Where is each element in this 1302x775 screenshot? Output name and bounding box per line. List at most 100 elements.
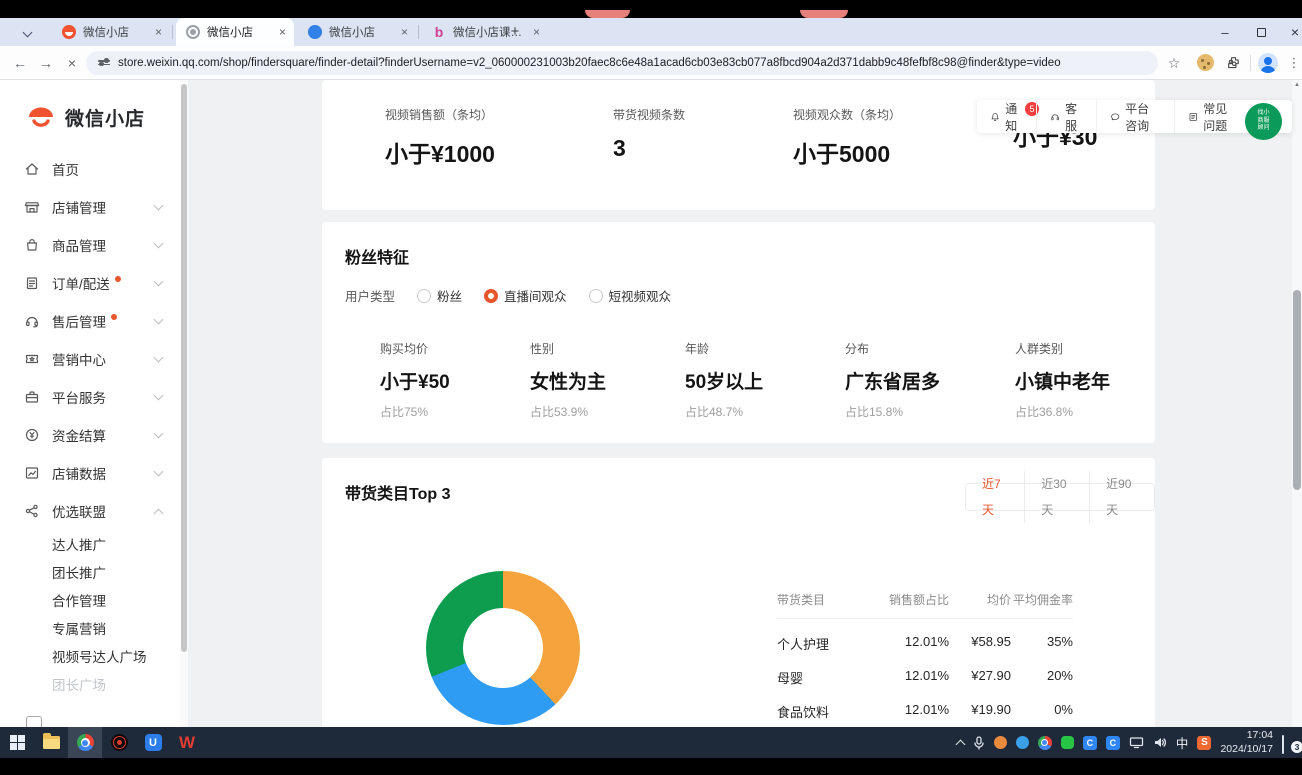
new-tab-button[interactable]: + (505, 22, 525, 42)
page-scrollbar[interactable]: ▲ (1292, 80, 1302, 727)
start-button[interactable] (0, 727, 34, 758)
sidebar-subitem-leader-square[interactable]: 团长广场 (0, 670, 180, 698)
sidebar-item-shop-mgmt[interactable]: 店铺管理 (0, 188, 180, 226)
address-bar[interactable]: store.weixin.qq.com/shop/findersquare/fi… (86, 51, 1158, 75)
tab-search-button[interactable] (16, 22, 38, 42)
tab-last-90-days[interactable]: 近90天 (1089, 471, 1154, 523)
volume-icon[interactable] (1153, 736, 1167, 749)
back-icon[interactable]: ← (8, 46, 32, 80)
faq-button[interactable]: 常见问题 (1174, 100, 1252, 133)
site-settings-icon[interactable] (98, 58, 110, 68)
window-restore-button[interactable] (1244, 18, 1278, 46)
taskbar-clock[interactable]: 17:04 2024/10/17 (1220, 729, 1273, 756)
fan-value: 广东省居多 (845, 367, 940, 394)
sidebar-scrollbar-thumb[interactable] (181, 84, 187, 652)
wechat-icon[interactable] (1061, 736, 1074, 749)
chevron-down-icon (22, 27, 32, 37)
chevron-down-icon (154, 315, 164, 325)
sidebar-item-orders[interactable]: 订单/配送 (0, 264, 180, 302)
screen-recorder-button[interactable] (102, 727, 136, 758)
sidebar-item-home[interactable]: 首页 (0, 150, 180, 188)
extensions-puzzle-icon[interactable] (1226, 55, 1242, 71)
boardmix-favicon: b (432, 25, 446, 39)
network-display-icon[interactable] (1129, 736, 1144, 749)
customer-service-button[interactable]: 客服 (1036, 100, 1096, 133)
file-explorer-button[interactable] (34, 727, 68, 758)
sidebar-item-product-mgmt[interactable]: 商品管理 (0, 226, 180, 264)
tab-close-icon[interactable]: × (155, 26, 162, 38)
extension-cookie-icon[interactable] (1197, 54, 1214, 71)
browser-tab-1[interactable]: 微信小店 × (52, 18, 170, 46)
sidebar-item-label: 营销中心 (52, 349, 106, 369)
forward-icon[interactable]: → (34, 46, 58, 80)
fan-value: 女性为主 (530, 367, 606, 394)
stop-reload-icon[interactable]: × (60, 46, 84, 80)
radio-fans[interactable]: 粉丝 (417, 286, 462, 305)
page-scrollbar-thumb[interactable] (1293, 290, 1301, 490)
cell: ¥58.95 (949, 634, 1011, 653)
subitem-label: 团长推广 (52, 562, 106, 582)
radio-short-video-viewers[interactable]: 短视频观众 (589, 286, 672, 305)
platform-consult-button[interactable]: 平台咨询 (1096, 100, 1174, 133)
u-app-button[interactable]: U (136, 727, 170, 758)
notification-center-icon[interactable]: 3 (1282, 736, 1298, 750)
sidebar-item-alliance[interactable]: 优选联盟 (0, 492, 180, 530)
browser-tab-strip: 微信小店 × 微信小店 × 微信小店 × b 微信小店课件 - boardmix… (0, 18, 1302, 46)
chrome-taskbar-button[interactable] (68, 727, 102, 758)
scrollbar-up-arrow[interactable]: ▲ (1294, 82, 1300, 88)
sidebar-item-marketing[interactable]: 营销中心 (0, 340, 180, 378)
chevron-down-icon (154, 429, 164, 439)
sidebar-scrollbar[interactable] (180, 80, 188, 727)
green-assistant-badge[interactable]: 找小 商服 顾问 (1245, 103, 1282, 140)
sidebar-subitem-daren[interactable]: 达人推广 (0, 530, 180, 558)
recorder-overlay-left (585, 10, 630, 18)
wps-button[interactable]: W (170, 727, 204, 758)
stat-video-count: 带货视频条数 3 (613, 106, 685, 162)
sidebar-subitem-exclusive[interactable]: 专属营销 (0, 614, 180, 642)
browser-tab-3[interactable]: 微信小店 × (298, 18, 416, 46)
radio-label: 短视频观众 (609, 286, 672, 305)
cell: ¥27.90 (949, 668, 1011, 687)
sidebar-subitem-cooperation[interactable]: 合作管理 (0, 586, 180, 614)
sidebar-item-aftersale[interactable]: 售后管理 (0, 302, 180, 340)
sidebar-item-shop-data[interactable]: 店铺数据 (0, 454, 180, 492)
tray-app-orange-icon[interactable] (994, 736, 1007, 749)
tray-time: 17:04 (1220, 729, 1273, 743)
tray-c-app-icon-2[interactable]: C (1106, 736, 1120, 750)
radio-live-viewers[interactable]: 直播间观众 (484, 286, 567, 305)
tab-last-7-days[interactable]: 近7天 (966, 471, 1024, 523)
window-close-button[interactable]: × (1278, 18, 1302, 46)
tab-close-icon[interactable]: × (533, 26, 540, 38)
tray-expand-chevron[interactable] (957, 737, 964, 748)
browser-tab-2-active[interactable]: 微信小店 × (176, 18, 294, 46)
tray-c-app-icon-1[interactable]: C (1083, 736, 1097, 750)
ime-indicator[interactable]: 中 (1176, 733, 1189, 752)
sidebar-item-label: 优选联盟 (52, 501, 106, 521)
tab-close-icon[interactable]: × (279, 26, 286, 38)
browser-tab-4[interactable]: b 微信小店课件 - boardmix × (422, 18, 548, 46)
app-logo[interactable]: 微信小店 (26, 104, 145, 131)
sidebar-subitem-tuanzhang[interactable]: 团长推广 (0, 558, 180, 586)
window-minimize-button[interactable]: – (1208, 18, 1242, 46)
sidebar-item-funds[interactable]: 资金结算 (0, 416, 180, 454)
fan-sub: 占比36.8% (1015, 403, 1110, 420)
tab-close-icon[interactable]: × (401, 26, 408, 38)
tab-label: 微信小店 (83, 24, 147, 40)
document-icon (1188, 110, 1198, 124)
tray-app-blue-icon[interactable] (1016, 736, 1029, 749)
tray-chrome-icon[interactable] (1038, 736, 1052, 750)
bottom-black-bar (0, 758, 1302, 775)
microphone-icon[interactable] (973, 736, 985, 750)
category-top3-card: 带货类目Top 3 近7天 近30天 近90天 带货类目 销售额占比 均价 平均… (322, 458, 1155, 727)
fan-label: 分布 (845, 340, 940, 357)
coupon-icon (24, 351, 40, 367)
profile-avatar[interactable] (1258, 53, 1278, 73)
url-text[interactable]: store.weixin.qq.com/shop/findersquare/fi… (118, 57, 1061, 69)
notifications-button[interactable]: 通知 5 (977, 100, 1036, 133)
tab-last-30-days[interactable]: 近30天 (1024, 471, 1089, 523)
sidebar-subitem-finder-square[interactable]: 视频号达人广场 (0, 642, 180, 670)
browser-menu-icon[interactable]: ⋮ (1286, 46, 1302, 80)
sidebar-item-platform-services[interactable]: 平台服务 (0, 378, 180, 416)
sogou-icon[interactable]: S (1197, 736, 1211, 750)
bookmark-star-icon[interactable]: ☆ (1163, 46, 1185, 80)
